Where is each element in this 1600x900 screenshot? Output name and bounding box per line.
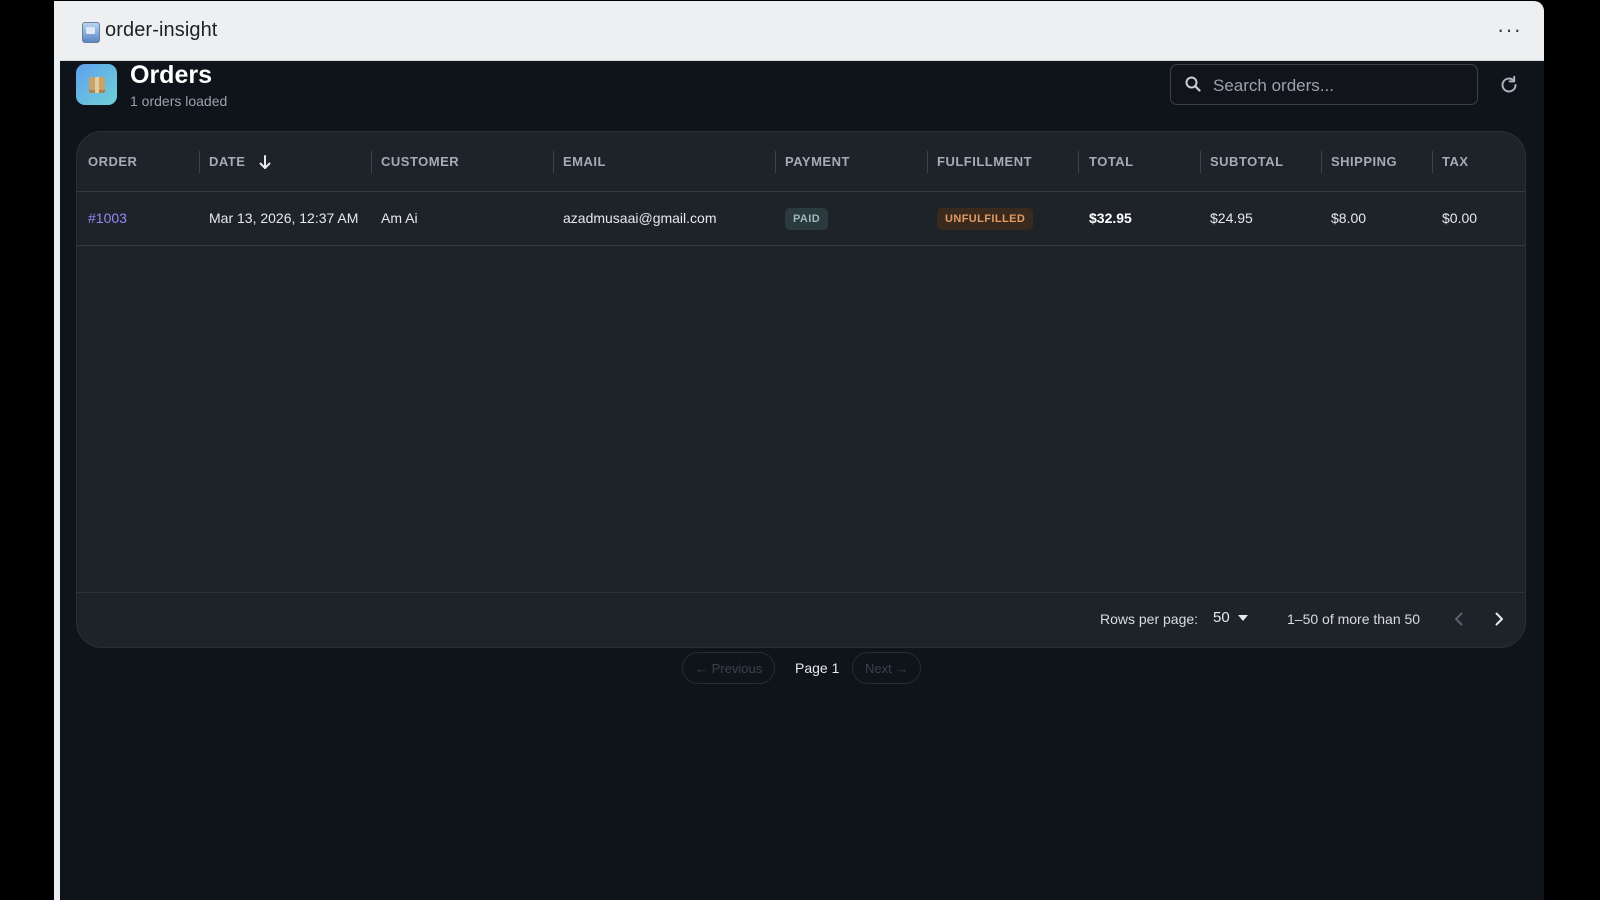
page-indicator: Page 1 xyxy=(795,660,840,676)
window-titlebar: order-insight ··· xyxy=(54,1,1544,61)
app-icon xyxy=(82,22,100,43)
table-row[interactable]: #1003 Mar 13, 2026, 12:37 AM Am Ai azadm… xyxy=(77,192,1525,246)
column-header-date-label: DATE xyxy=(209,154,246,169)
fulfillment-status-badge: UNFULFILLED xyxy=(937,208,1034,231)
payment-status-badge: PAID xyxy=(785,208,829,231)
orders-table-card: ORDER DATE CUSTOMER EMAIL PAYMENT FULFIL… xyxy=(76,131,1526,648)
bottom-pager: ← Previous Page 1 Next → xyxy=(54,652,1544,686)
orders-count: 1 orders loaded xyxy=(130,93,228,109)
order-tax: $0.00 xyxy=(1442,210,1478,226)
pagination-range: 1–50 of more than 50 xyxy=(1287,611,1421,627)
column-header-customer[interactable]: CUSTOMER xyxy=(381,132,459,191)
caret-down-icon xyxy=(1237,615,1248,622)
customer-name: Am Ai xyxy=(381,210,418,226)
app-title: order-insight xyxy=(105,19,218,41)
column-header-subtotal[interactable]: SUBTOTAL xyxy=(1210,132,1284,191)
order-date: Mar 13, 2026, 12:37 AM xyxy=(209,210,359,226)
chevron-left-icon[interactable] xyxy=(1449,609,1469,629)
column-header-tax[interactable]: TAX xyxy=(1442,132,1469,191)
customer-email: azadmusaai@gmail.com xyxy=(563,210,717,226)
chevron-right-icon[interactable] xyxy=(1489,609,1509,629)
order-subtotal: $24.95 xyxy=(1210,210,1253,226)
previous-page-button[interactable]: ← Previous xyxy=(682,652,776,684)
rows-per-page-label: Rows per page: xyxy=(1100,611,1199,627)
order-link[interactable]: #1003 xyxy=(88,210,127,226)
window-left-border xyxy=(54,60,60,900)
next-page-button[interactable]: Next → xyxy=(852,652,922,684)
column-header-date[interactable]: DATE xyxy=(209,132,272,191)
app-window: order-insight ··· Orders 1 orders loaded… xyxy=(54,1,1544,900)
rows-per-page-value: 50 xyxy=(1213,609,1230,626)
column-header-payment[interactable]: PAYMENT xyxy=(785,132,850,191)
refresh-icon[interactable] xyxy=(1498,74,1520,96)
column-header-email[interactable]: EMAIL xyxy=(563,132,606,191)
more-options-icon[interactable]: ··· xyxy=(1497,17,1522,43)
table-header: ORDER DATE CUSTOMER EMAIL PAYMENT FULFIL… xyxy=(77,132,1525,192)
search-input[interactable] xyxy=(1211,65,1470,106)
column-header-shipping[interactable]: SHIPPING xyxy=(1331,132,1397,191)
order-shipping: $8.00 xyxy=(1331,210,1367,226)
column-header-fulfillment[interactable]: FULFILLMENT xyxy=(937,132,1032,191)
rows-per-page-select[interactable]: 50 xyxy=(1213,609,1248,626)
package-icon xyxy=(76,64,117,105)
column-header-total[interactable]: TOTAL xyxy=(1089,132,1134,191)
page-title: Orders xyxy=(130,61,212,89)
column-header-order[interactable]: ORDER xyxy=(88,132,137,191)
table-footer: Rows per page: 50 1–50 of more than 50 xyxy=(77,592,1525,647)
search-icon xyxy=(1185,76,1201,92)
order-total: $32.95 xyxy=(1089,210,1132,226)
arrow-down-icon[interactable] xyxy=(258,154,272,170)
search-box[interactable] xyxy=(1170,64,1478,106)
